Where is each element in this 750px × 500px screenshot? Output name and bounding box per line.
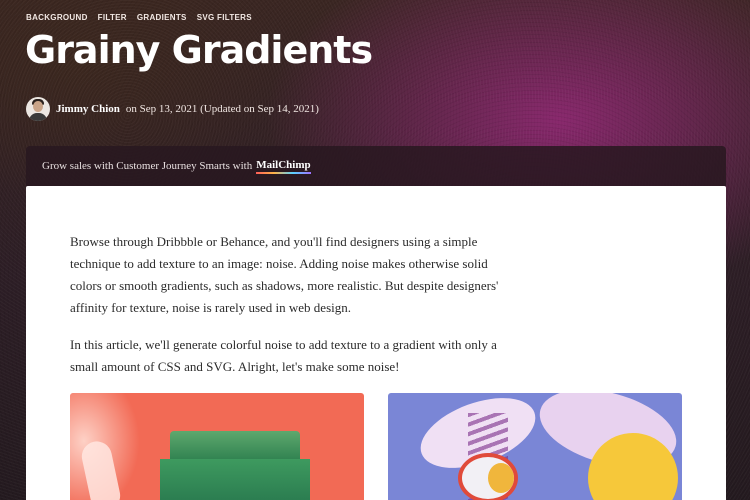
green-vase-illustration	[70, 393, 364, 500]
author-link[interactable]: Jimmy Chion	[56, 103, 120, 115]
article-body: Browse through Dribbble or Behance, and …	[26, 186, 726, 500]
author-avatar[interactable]	[26, 97, 50, 121]
article-paragraph: Browse through Dribbble or Behance, and …	[70, 234, 499, 315]
sponsor-link[interactable]: MailChimp	[256, 158, 311, 174]
sponsor-banner: Grow sales with Customer Journey Smarts …	[26, 146, 726, 186]
tag-svg-filters[interactable]: SVG FILTERS	[197, 13, 252, 22]
tag-list: BACKGROUND FILTER GRADIENTS SVG FILTERS	[26, 13, 252, 22]
tag-filter[interactable]: FILTER	[98, 13, 127, 22]
article-paragraph: In this article, we'll generate colorful…	[70, 337, 497, 374]
publish-date: on Sep 13, 2021 (Updated on Sep 14, 2021…	[125, 103, 319, 115]
sponsor-text: Grow sales with Customer Journey Smarts …	[42, 160, 253, 172]
orchid-illustration	[388, 393, 682, 500]
page-title: Grainy Gradients	[25, 28, 373, 72]
tag-gradients[interactable]: GRADIENTS	[137, 13, 187, 22]
byline: Jimmy Chion on Sep 13, 2021 (Updated on …	[26, 97, 319, 121]
tag-background[interactable]: BACKGROUND	[26, 13, 88, 22]
